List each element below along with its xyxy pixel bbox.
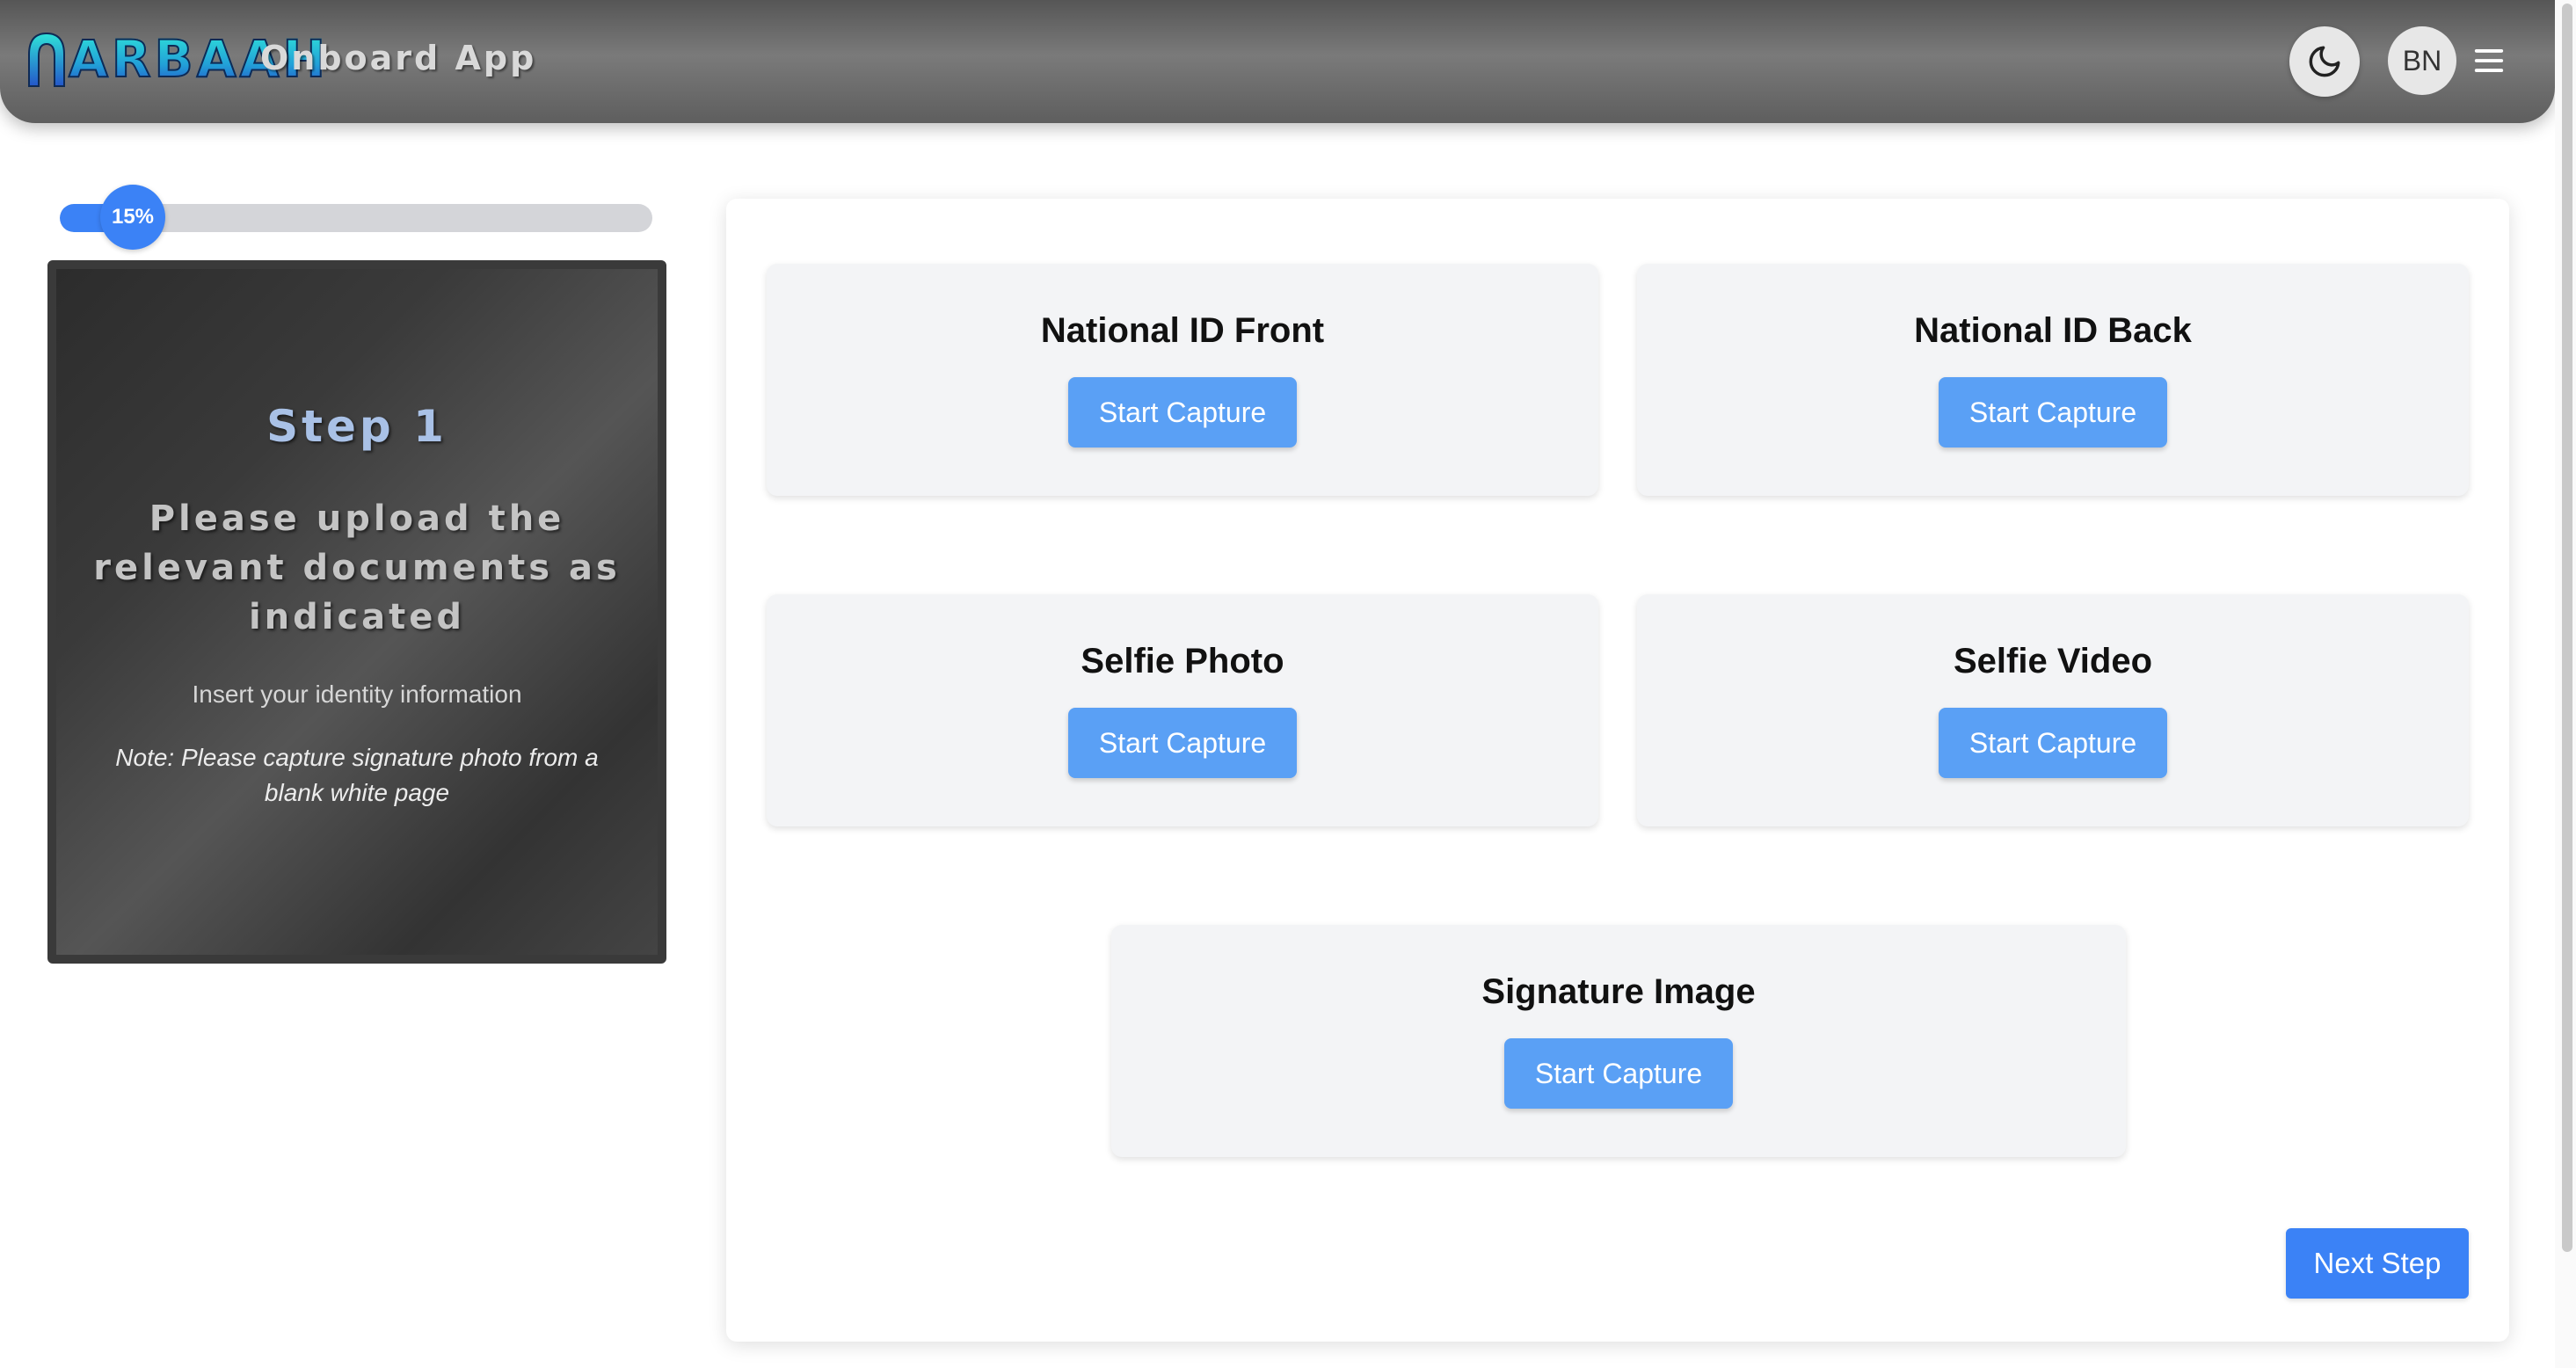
moon-icon [2309, 46, 2340, 77]
capture-tile-national-id-front: National ID Front Start Capture [767, 264, 1598, 496]
progress-percent-badge: 15% [100, 185, 165, 250]
theme-toggle-button[interactable] [2289, 26, 2360, 97]
hamburger-menu-icon [2474, 49, 2504, 72]
capture-tile-signature-image: Signature Image Start Capture [1111, 925, 2126, 1157]
menu-button[interactable] [2472, 44, 2506, 77]
top-nav-bar: ARBAAH Onboard App BN [0, 0, 2555, 123]
step-subtitle: Insert your identity information [192, 680, 522, 708]
start-capture-button[interactable]: Start Capture [1939, 708, 2167, 778]
start-capture-button[interactable]: Start Capture [1939, 377, 2167, 448]
capture-tile-title: National ID Front [1040, 311, 1325, 350]
step-note: Note: Please capture signature photo fro… [115, 744, 599, 806]
capture-tile-title: Signature Image [1481, 972, 1756, 1011]
next-step-button[interactable]: Next Step [2286, 1228, 2469, 1299]
start-capture-button[interactable]: Start Capture [1068, 708, 1297, 778]
logo-arch-icon [28, 32, 65, 87]
app-window: ARBAAH Onboard App BN 15% Step 1 Please … [0, 0, 2576, 1368]
capture-tile-selfie-video: Selfie Video Start Capture [1637, 594, 2469, 826]
capture-tile-national-id-back: National ID Back Start Capture [1637, 264, 2469, 496]
app-title: Onboard App [260, 39, 537, 77]
step-title: Step 1 [266, 401, 448, 452]
step-heading: Please upload the relevant documents as … [93, 498, 621, 637]
user-avatar[interactable]: BN [2388, 26, 2456, 95]
step-info-card: Step 1 Please upload the relevant docume… [47, 260, 666, 964]
capture-tile-selfie-photo: Selfie Photo Start Capture [767, 594, 1598, 826]
capture-tile-title: Selfie Photo [1081, 642, 1284, 680]
start-capture-button[interactable]: Start Capture [1504, 1038, 1733, 1109]
capture-tile-title: Selfie Video [1953, 642, 2152, 680]
capture-tile-title: National ID Back [1914, 311, 2192, 350]
scrollbar-thumb[interactable] [2562, 4, 2572, 1252]
start-capture-button[interactable]: Start Capture [1068, 377, 1297, 448]
